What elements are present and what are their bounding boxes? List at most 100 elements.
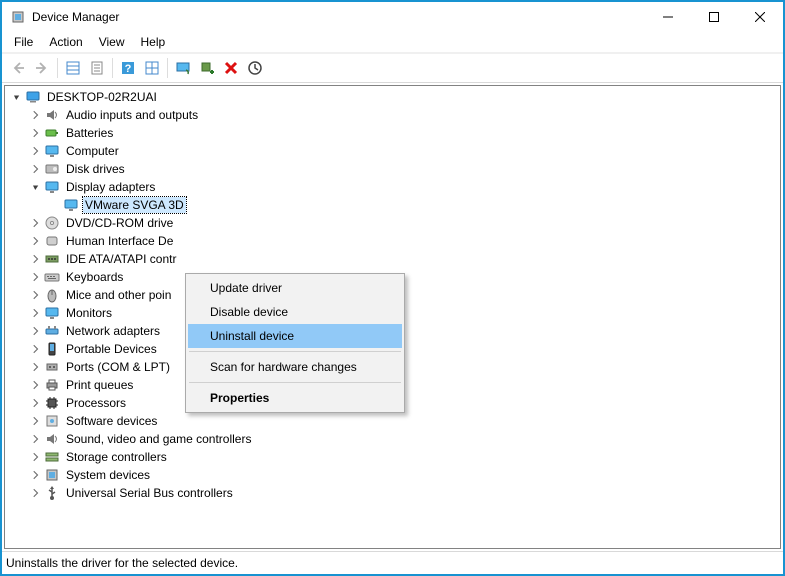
device-manager-window: Device Manager File Action View Help DES… <box>0 0 785 576</box>
tree-label[interactable]: Mice and other poin <box>64 287 173 303</box>
dvd-icon <box>44 215 60 231</box>
collapse-icon[interactable] <box>9 89 25 105</box>
toolbar-separator <box>57 58 58 78</box>
tree-row[interactable]: Audio inputs and outputs <box>5 106 780 124</box>
tree-row[interactable]: Software devices <box>5 412 780 430</box>
tree-label[interactable]: Display adapters <box>64 179 157 195</box>
expand-icon[interactable] <box>28 341 44 357</box>
show-hidden-icon[interactable] <box>140 56 164 80</box>
tree-row[interactable]: Human Interface De <box>5 232 780 250</box>
tree-label[interactable]: Sound, video and game controllers <box>64 431 253 447</box>
usb-icon <box>44 485 60 501</box>
expand-icon[interactable] <box>28 359 44 375</box>
tree-row[interactable]: VMware SVGA 3D <box>5 196 780 214</box>
expand-icon[interactable] <box>28 287 44 303</box>
tree-label[interactable]: Universal Serial Bus controllers <box>64 485 235 501</box>
tree-label[interactable]: Network adapters <box>64 323 162 339</box>
expand-icon[interactable] <box>28 431 44 447</box>
expand-icon[interactable] <box>28 143 44 159</box>
app-icon <box>10 9 26 25</box>
expand-icon[interactable] <box>28 485 44 501</box>
expand-icon[interactable] <box>28 395 44 411</box>
scan-hardware-icon[interactable] <box>171 56 195 80</box>
tree-row[interactable]: Display adapters <box>5 178 780 196</box>
tree-label[interactable]: DVD/CD-ROM drive <box>64 215 175 231</box>
tree-row[interactable]: System devices <box>5 466 780 484</box>
expand-icon[interactable] <box>28 107 44 123</box>
minimize-button[interactable] <box>645 2 691 32</box>
tree-row[interactable]: DVD/CD-ROM drive <box>5 214 780 232</box>
window-controls <box>645 2 783 32</box>
tree-label[interactable]: IDE ATA/ATAPI contr <box>64 251 178 267</box>
computer-icon <box>25 89 41 105</box>
context-item-uninstall-device[interactable]: Uninstall device <box>188 324 402 348</box>
context-item-scan-for-hardware-changes[interactable]: Scan for hardware changes <box>188 355 402 379</box>
expand-icon[interactable] <box>28 449 44 465</box>
content-area: DESKTOP-02R2UAI Audio inputs and outputs B… <box>2 83 783 551</box>
tree-label[interactable]: DESKTOP-02R2UAI <box>45 89 159 105</box>
expand-icon[interactable] <box>28 125 44 141</box>
update-driver-icon[interactable] <box>243 56 267 80</box>
statusbar: Uninstalls the driver for the selected d… <box>2 551 783 574</box>
expand-icon[interactable] <box>28 413 44 429</box>
uninstall-icon[interactable] <box>219 56 243 80</box>
tree-label[interactable]: Human Interface De <box>64 233 175 249</box>
storage-icon <box>44 449 60 465</box>
speaker-icon <box>44 431 60 447</box>
menu-file[interactable]: File <box>6 34 41 50</box>
tree-row[interactable]: Computer <box>5 142 780 160</box>
tree-label[interactable]: Software devices <box>64 413 159 429</box>
context-item-update-driver[interactable]: Update driver <box>188 276 402 300</box>
tree-label[interactable]: VMware SVGA 3D <box>83 197 186 213</box>
close-button[interactable] <box>737 2 783 32</box>
expand-icon[interactable] <box>28 323 44 339</box>
keyboard-icon <box>44 269 60 285</box>
tree-label[interactable]: Keyboards <box>64 269 125 285</box>
expand-icon[interactable] <box>28 377 44 393</box>
expand-icon[interactable] <box>28 251 44 267</box>
expand-icon[interactable] <box>28 305 44 321</box>
expand-icon[interactable] <box>28 233 44 249</box>
tree-label[interactable]: Print queues <box>64 377 135 393</box>
context-item-properties[interactable]: Properties <box>188 386 402 410</box>
add-legacy-icon[interactable] <box>195 56 219 80</box>
tree-label[interactable]: Disk drives <box>64 161 127 177</box>
tree-row[interactable]: IDE ATA/ATAPI contr <box>5 250 780 268</box>
tree-label[interactable]: Computer <box>64 143 121 159</box>
toolbar <box>2 53 783 83</box>
expand-icon[interactable] <box>28 161 44 177</box>
menu-help[interactable]: Help <box>133 34 174 50</box>
tree-label[interactable]: System devices <box>64 467 152 483</box>
tree-row[interactable]: Batteries <box>5 124 780 142</box>
tree-label[interactable]: Monitors <box>64 305 114 321</box>
tree-label[interactable]: Batteries <box>64 125 115 141</box>
tree-label[interactable]: Portable Devices <box>64 341 159 357</box>
tree-label[interactable]: Storage controllers <box>64 449 169 465</box>
context-item-disable-device[interactable]: Disable device <box>188 300 402 324</box>
tree-label[interactable]: Ports (COM & LPT) <box>64 359 172 375</box>
tree-row[interactable]: Universal Serial Bus controllers <box>5 484 780 502</box>
menu-view[interactable]: View <box>91 34 133 50</box>
help-icon[interactable] <box>116 56 140 80</box>
toolbar-separator <box>112 58 113 78</box>
context-menu: Update driverDisable deviceUninstall dev… <box>185 273 405 413</box>
expand-icon[interactable] <box>28 467 44 483</box>
context-separator <box>189 382 401 383</box>
expand-icon[interactable] <box>28 215 44 231</box>
tree-label[interactable]: Audio inputs and outputs <box>64 107 200 123</box>
tree-label[interactable]: Processors <box>64 395 128 411</box>
hid-icon <box>44 233 60 249</box>
monitor-icon <box>44 143 60 159</box>
properties-icon[interactable] <box>85 56 109 80</box>
collapse-icon[interactable] <box>28 179 44 195</box>
forward-icon <box>30 56 54 80</box>
maximize-button[interactable] <box>691 2 737 32</box>
menu-action[interactable]: Action <box>41 34 90 50</box>
show-all-icon[interactable] <box>61 56 85 80</box>
printer-icon <box>44 377 60 393</box>
expand-icon[interactable] <box>28 269 44 285</box>
tree-row[interactable]: DESKTOP-02R2UAI <box>5 88 780 106</box>
tree-row[interactable]: Storage controllers <box>5 448 780 466</box>
tree-row[interactable]: Sound, video and game controllers <box>5 430 780 448</box>
tree-row[interactable]: Disk drives <box>5 160 780 178</box>
